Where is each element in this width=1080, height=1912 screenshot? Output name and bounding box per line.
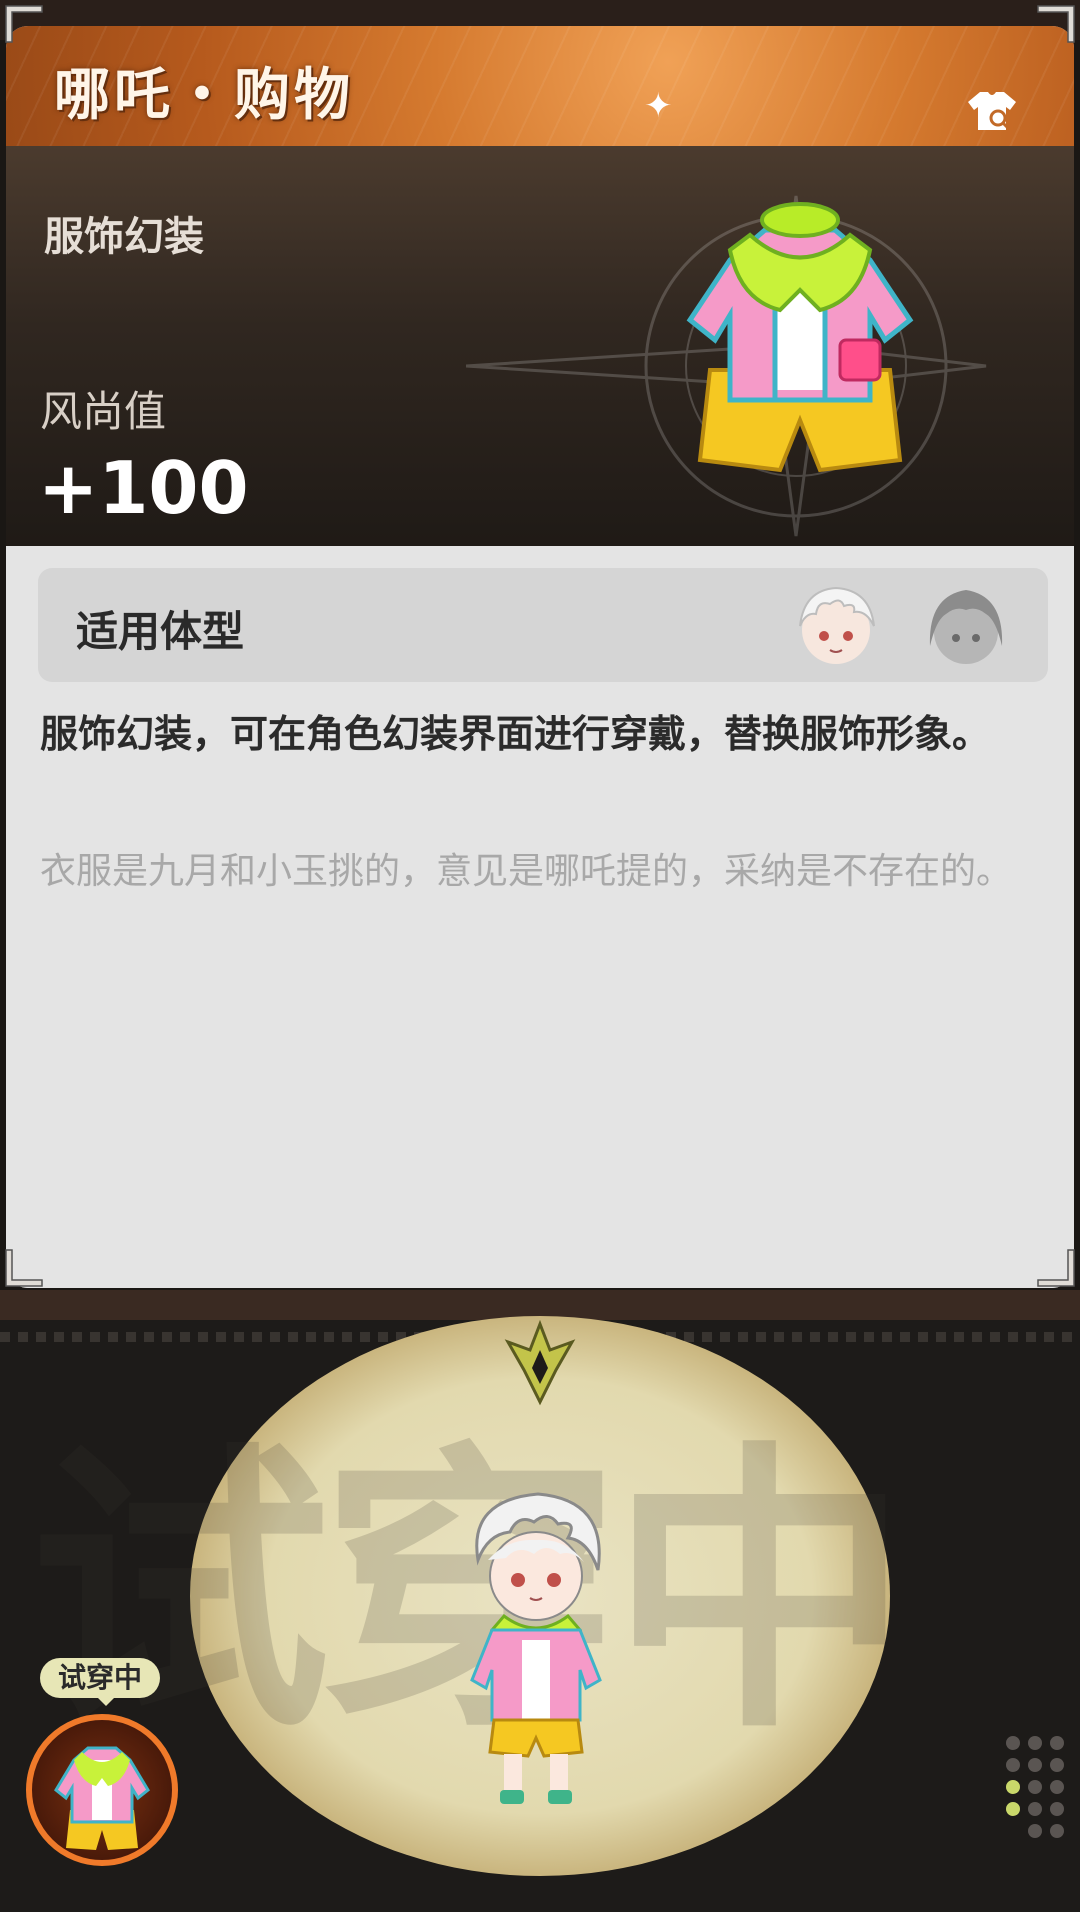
collapse-arrow-icon[interactable] xyxy=(502,1320,578,1406)
corner-ornament-top-right xyxy=(1037,5,1075,43)
corner-ornament-top-left xyxy=(5,5,43,43)
body-type-panel: 适用体型 xyxy=(38,568,1048,682)
try-on-stage: 试穿中 试穿中 xyxy=(0,1290,1080,1912)
card-header: 哪吒・购物 ✦ xyxy=(6,26,1074,152)
item-category: 服饰幻装 xyxy=(44,214,204,260)
corner-ornament-bottom-right xyxy=(1037,1249,1075,1287)
avatar-girl-icon xyxy=(929,590,1003,664)
item-detail-card: 哪吒・购物 ✦ 服饰幻装 风尚值 +100 适用体型 服饰幻装，可在角色幻装界面… xyxy=(6,26,1074,1288)
detail-body: 适用体型 服饰幻装，可在角色幻装界面进行穿戴，替换服饰形象。 衣服是九月和小玉挑… xyxy=(6,546,1074,1288)
avatar-boy-icon xyxy=(799,586,875,664)
item-description: 服饰幻装，可在角色幻装界面进行穿戴，替换服饰形象。 xyxy=(40,712,991,756)
style-value: +100 xyxy=(38,446,249,530)
page-indicator xyxy=(1006,1736,1066,1856)
outfit-thumbnail-icon xyxy=(54,1746,150,1850)
sparkle-icon: ✦ xyxy=(644,86,673,126)
outfit-slot-button[interactable] xyxy=(26,1714,178,1866)
style-value-label: 风尚值 xyxy=(40,387,167,436)
trying-on-badge: 试穿中 xyxy=(40,1658,161,1698)
character-preview xyxy=(470,1492,602,1804)
page-title: 哪吒・购物 xyxy=(54,63,354,128)
body-type-label: 适用体型 xyxy=(76,607,245,656)
item-showcase: 服饰幻装 风尚值 +100 xyxy=(6,146,1074,546)
corner-ornament-bottom-left xyxy=(5,1249,43,1287)
badge-pointer xyxy=(96,1696,116,1706)
item-flavor-text: 衣服是九月和小玉挑的，意见是哪吒提的，采纳是不存在的。 xyxy=(40,851,1013,892)
shirt-search-icon[interactable] xyxy=(966,88,1018,134)
outfit-image xyxy=(686,202,914,473)
